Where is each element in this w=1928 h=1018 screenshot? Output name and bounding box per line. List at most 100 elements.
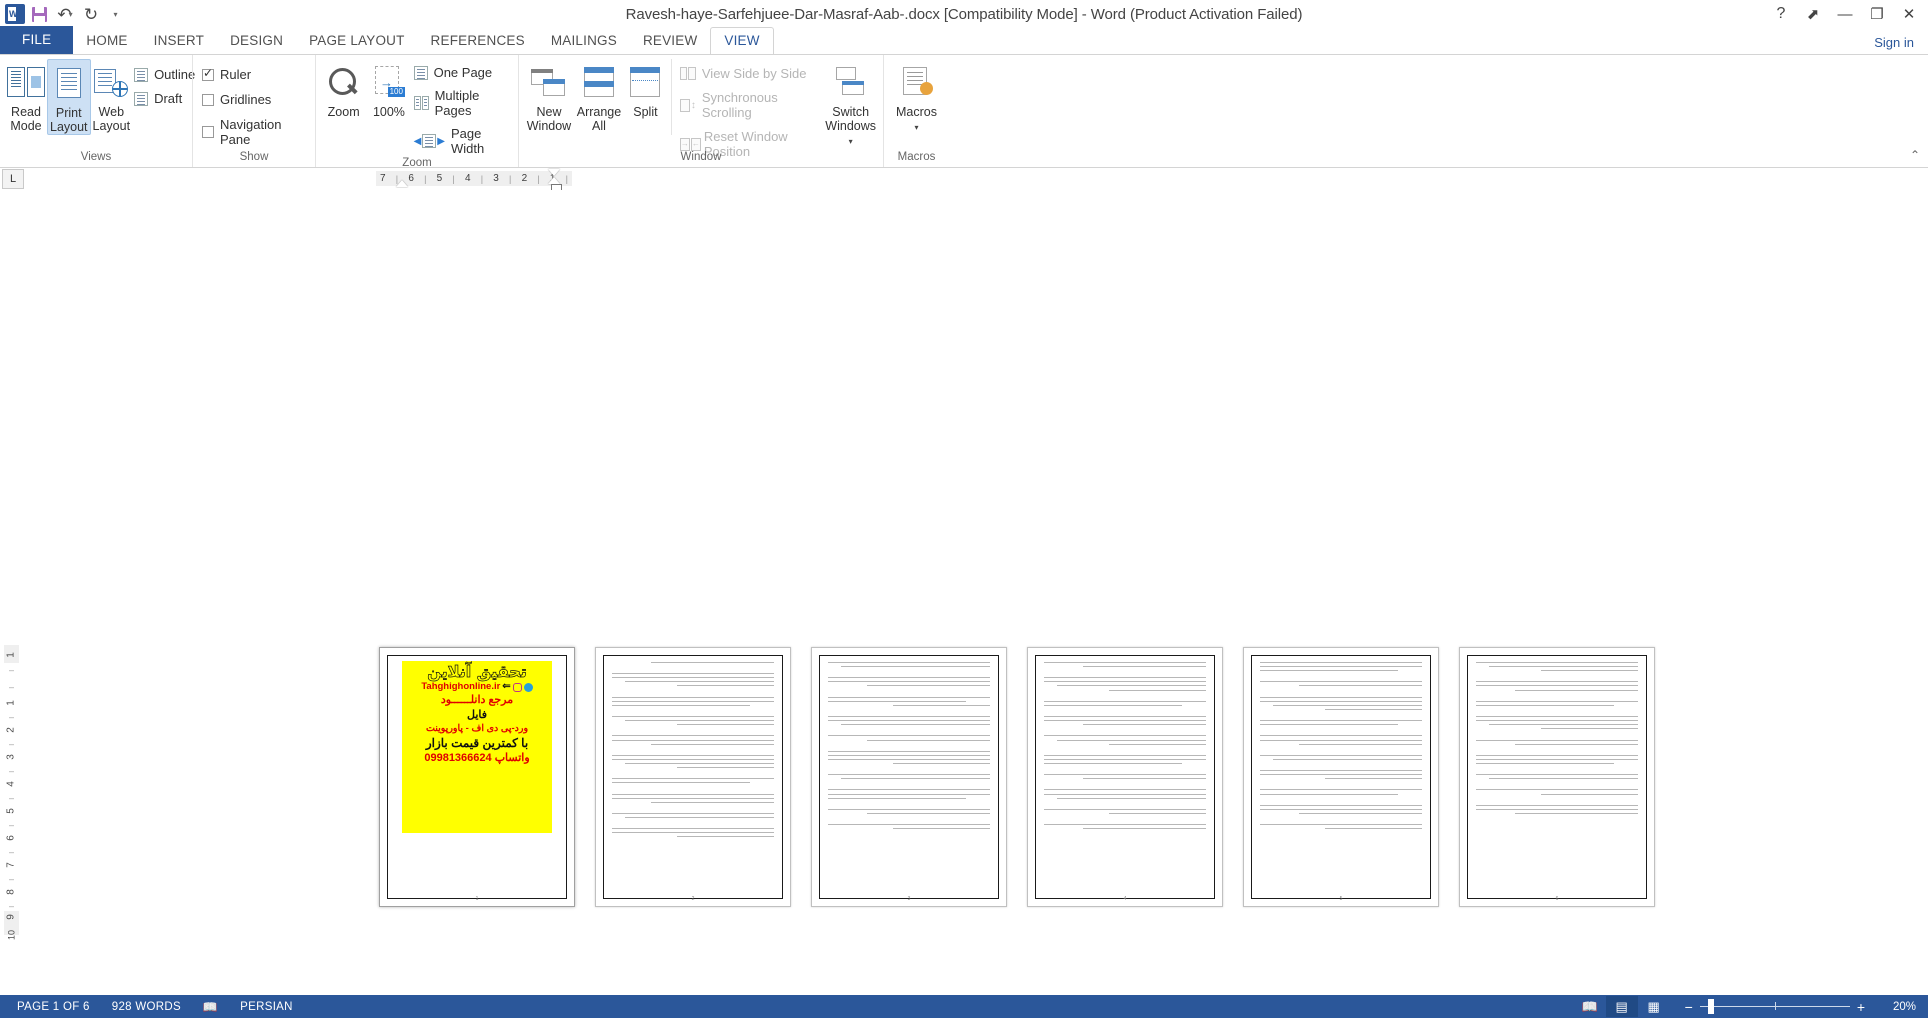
zoom-slider[interactable]: − + xyxy=(1670,996,1880,1017)
page-thumbnail-5[interactable]: 5 xyxy=(1243,647,1439,907)
gridlines-checkbox[interactable]: Gridlines xyxy=(202,92,308,107)
page-number-3: 3 xyxy=(907,896,911,902)
vruler-tick-4: 4 xyxy=(5,781,17,787)
read-mode-button[interactable]: Read Mode xyxy=(5,59,47,133)
tab-home[interactable]: HOME xyxy=(73,28,140,54)
read-mode-icon xyxy=(7,62,45,102)
print-layout-label-line2: Layout xyxy=(50,120,88,134)
synchronous-scrolling-button[interactable]: ↕ Synchronous Scrolling xyxy=(679,90,819,120)
vruler-tick-1: 1 xyxy=(5,700,17,706)
zoom-slider-track[interactable] xyxy=(1699,996,1850,1017)
switch-windows-label-line1: Switch xyxy=(832,105,870,119)
ruler-checkbox[interactable]: Ruler xyxy=(202,66,308,82)
view-read-mode-button[interactable]: 📖 xyxy=(1574,996,1606,1017)
ruler-dot-3: | xyxy=(452,173,455,184)
zoom-level-indicator[interactable]: 20% xyxy=(1880,1001,1922,1013)
page-width-button[interactable]: ◀ ▶ Page Width xyxy=(414,126,509,156)
status-bar: PAGE 1 OF 6 928 WORDS 📖 PERSIAN 📖 ▤ ▦ − … xyxy=(0,995,1928,1018)
zoom-slider-handle[interactable] xyxy=(1707,999,1714,1014)
ruler-tick-7: 7 xyxy=(380,173,386,184)
collapse-ribbon-button[interactable]: ⌃ xyxy=(1910,148,1920,162)
read-mode-label-line2: Mode xyxy=(10,119,42,133)
arrange-all-label-line2: All xyxy=(592,119,606,133)
macros-button[interactable]: Macros ▾ xyxy=(889,59,944,135)
ruler-dot-5: | xyxy=(509,173,512,184)
arrow-left-icon: ⇐ xyxy=(502,681,511,692)
ruler-label: Ruler xyxy=(220,67,252,82)
zoom-100-percent-button[interactable]: → 100 100% xyxy=(366,59,411,119)
synchronous-scrolling-label: Synchronous Scrolling xyxy=(701,90,778,120)
hanging-indent-marker[interactable] xyxy=(548,177,560,184)
tab-page-layout[interactable]: PAGE LAYOUT xyxy=(296,28,417,54)
page-thumbnail-6[interactable]: 6 xyxy=(1459,647,1655,907)
page-indicator[interactable]: PAGE 1 OF 6 xyxy=(6,1001,101,1013)
zoom-in-button[interactable]: + xyxy=(1850,1000,1872,1014)
view-print-layout-button[interactable]: ▤ xyxy=(1605,996,1638,1017)
page-thumbnail-2[interactable]: 2 xyxy=(595,647,791,907)
multiple-pages-label: Multiple Pages xyxy=(434,88,480,118)
ribbon-group-zoom: Zoom → 100 100% One Page Multiple Pages … xyxy=(315,55,518,169)
outline-label: Outline xyxy=(154,67,196,82)
tab-file[interactable]: FILE xyxy=(0,26,74,54)
page-width-label: Page Width xyxy=(451,126,485,156)
switch-windows-button[interactable]: Switch Windows ▾ xyxy=(823,59,878,149)
group-label-window: Window xyxy=(680,151,722,163)
new-window-button[interactable]: New Window xyxy=(524,59,574,133)
web-layout-icon xyxy=(94,62,129,102)
ribbon-tab-strip: FILE HOME INSERT DESIGN PAGE LAYOUT REFE… xyxy=(0,26,1928,54)
vruler-tick-8: 8 xyxy=(5,889,17,895)
zoom-dialog-button[interactable]: Zoom xyxy=(321,59,366,119)
web-layout-button[interactable]: Web Layout xyxy=(91,59,133,133)
arrange-all-button[interactable]: Arrange All xyxy=(574,59,624,133)
one-page-icon xyxy=(413,65,428,80)
one-page-button[interactable]: One Page xyxy=(413,65,509,80)
tab-stop-selector-button[interactable]: L xyxy=(2,169,24,189)
print-layout-icon xyxy=(56,63,81,103)
multiple-pages-button[interactable]: Multiple Pages xyxy=(413,88,509,118)
page-thumbnail-strip: تحقیق آنلاین Tahghighonline.ir ⇐ مرجع دا… xyxy=(379,647,1655,907)
vruler-tick-9: 9 xyxy=(5,914,17,920)
outline-view-button[interactable]: Outline xyxy=(134,67,195,82)
navigation-pane-checkbox[interactable]: Navigation Pane xyxy=(202,117,308,147)
new-window-label-line2: Window xyxy=(526,119,572,133)
vruler-tick-2: 2 xyxy=(5,727,17,733)
tab-mailings[interactable]: MAILINGS xyxy=(538,28,630,54)
page-thumbnail-1[interactable]: تحقیق آنلاین Tahghighonline.ir ⇐ مرجع دا… xyxy=(379,647,575,907)
draft-view-button[interactable]: Draft xyxy=(134,91,195,106)
zoom-slider-midpoint xyxy=(1774,1002,1777,1010)
switch-windows-icon xyxy=(835,62,866,102)
view-side-by-side-icon xyxy=(679,67,696,80)
view-side-by-side-button[interactable]: View Side by Side xyxy=(679,66,819,81)
tab-review[interactable]: REVIEW xyxy=(630,28,710,54)
page-thumbnail-3[interactable]: 3 xyxy=(811,647,1007,907)
tab-design[interactable]: DESIGN xyxy=(217,28,296,54)
reset-window-position-icon: → ← xyxy=(679,137,701,151)
proofing-errors-icon[interactable]: 📖 xyxy=(192,1000,229,1014)
title-bar: W ↶ ▾ ↻ ▾ Ravesh-haye-Sarfehjuee-Dar-Mas… xyxy=(0,0,1928,28)
tab-references[interactable]: REFERENCES xyxy=(418,28,538,54)
print-layout-button[interactable]: Print Layout xyxy=(47,59,91,135)
word-count-indicator[interactable]: 928 WORDS xyxy=(101,1001,192,1013)
tab-insert[interactable]: INSERT xyxy=(141,28,217,54)
one-page-label: One Page xyxy=(433,65,493,80)
ruler-dot-6: | xyxy=(537,173,540,184)
document-canvas[interactable]: تحقیق آنلاین Tahghighonline.ir ⇐ مرجع دا… xyxy=(22,190,1928,995)
sign-in-link[interactable]: Sign in xyxy=(1874,35,1928,54)
document-body-row: 1 – – 1 – 2 – 3 – 4 – 5 – 6 – 7 – 8 – 9 … xyxy=(0,190,1928,995)
split-button[interactable]: Split xyxy=(624,59,667,119)
page-number-6: 6 xyxy=(1555,896,1559,902)
language-indicator[interactable]: PERSIAN xyxy=(229,1001,304,1013)
page-thumbnail-4[interactable]: 4 xyxy=(1027,647,1223,907)
ad-line-1: تحقیق آنلاین xyxy=(427,662,527,681)
view-web-layout-button[interactable]: ▦ xyxy=(1638,996,1670,1017)
zoom-out-button[interactable]: − xyxy=(1678,1000,1700,1014)
first-line-indent-marker[interactable] xyxy=(548,169,560,176)
page-text-lines-5 xyxy=(1260,662,1422,886)
vruler-tick-1top: 1 xyxy=(5,652,17,658)
tab-view[interactable]: VIEW xyxy=(710,27,774,54)
ad-line-2-row: Tahghighonline.ir ⇐ xyxy=(421,681,533,693)
ruler-tick-6: 6 xyxy=(408,173,414,184)
left-indent-marker[interactable] xyxy=(396,180,408,187)
vertical-ruler[interactable]: 1 – – 1 – 2 – 3 – 4 – 5 – 6 – 7 – 8 – 9 … xyxy=(0,190,22,995)
horizontal-ruler[interactable]: 7 | 6 | 5 | 4 | 3 | 2 | 1 | xyxy=(24,168,1928,191)
